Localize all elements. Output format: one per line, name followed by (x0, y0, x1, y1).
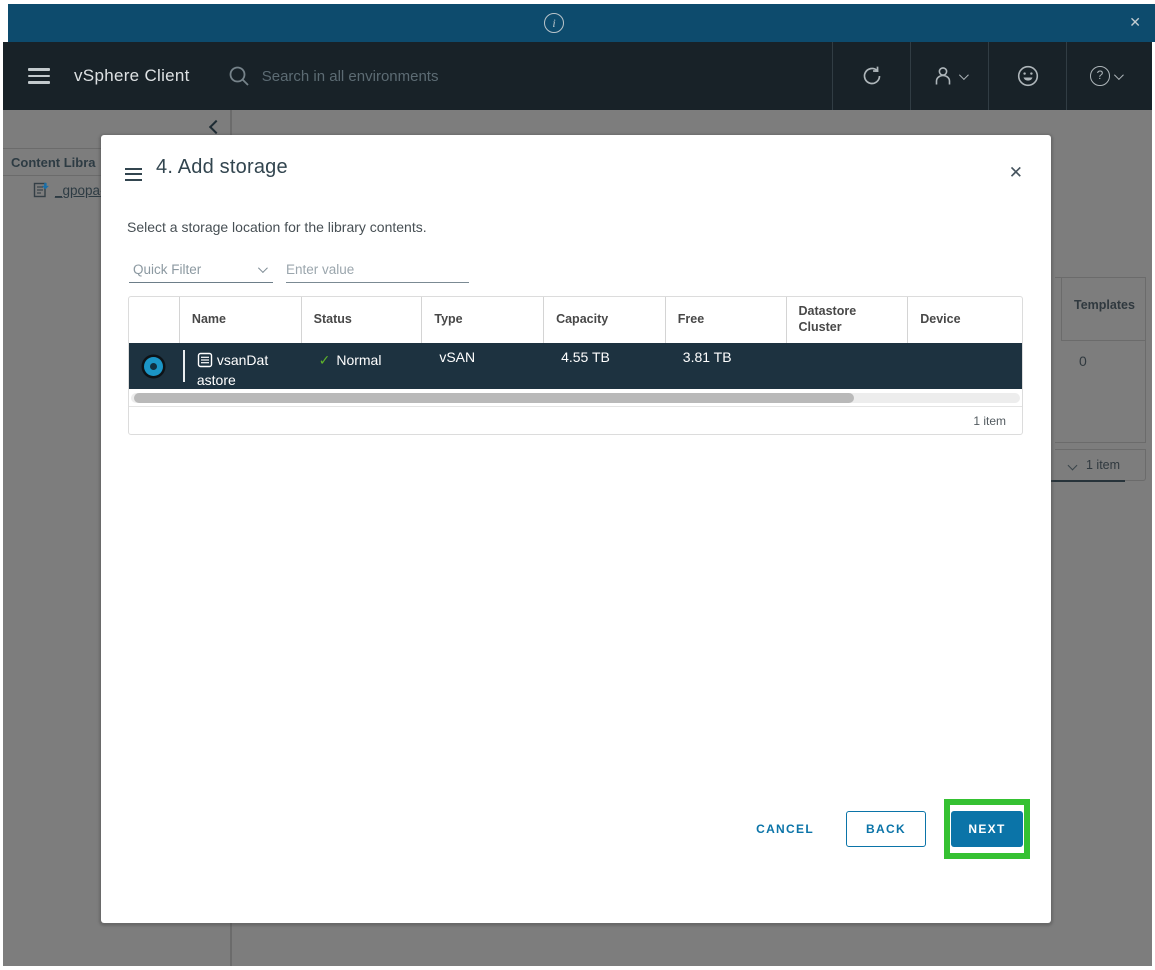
main-menu-icon[interactable] (28, 64, 50, 88)
add-storage-dialog: 4. Add storage ✕ Select a storage locati… (101, 135, 1051, 923)
cell-datastore-cluster (786, 343, 908, 389)
dialog-actions: CANCEL BACK NEXT (756, 799, 1030, 859)
cell-name: vsanDatastore (179, 343, 301, 389)
user-icon (933, 65, 955, 87)
column-header-capacity: Capacity (543, 297, 665, 343)
filter-value-input[interactable] (286, 257, 469, 283)
templates-cell-value: 0 (1055, 341, 1145, 369)
wizard-steps-menu-icon[interactable] (125, 164, 142, 184)
quick-filter-dropdown[interactable]: Quick Filter (129, 257, 273, 283)
global-search-input[interactable]: Search in all environments (228, 65, 658, 87)
cancel-button[interactable]: CANCEL (756, 822, 814, 836)
templates-column-header: Templates (1061, 278, 1145, 341)
status-text: Normal (336, 352, 381, 368)
cell-type: vSAN (421, 343, 543, 389)
cell-device (907, 343, 1022, 389)
search-icon (228, 65, 250, 87)
dialog-close-icon[interactable]: ✕ (1009, 163, 1023, 183)
background-footer-underline (1051, 480, 1125, 482)
refresh-icon (860, 64, 884, 88)
item-count: 1 item (973, 414, 1006, 428)
radio-column-header (129, 297, 179, 343)
background-datagrid: Templates 0 (1055, 277, 1146, 443)
column-header-status: Status (301, 297, 422, 343)
background-item-count: 1 item (1086, 458, 1120, 472)
status-ok-icon: ✓ (319, 352, 331, 368)
collapse-sidebar-icon (209, 120, 223, 134)
feedback-button[interactable] (988, 42, 1066, 110)
notification-banner: i ✕ (8, 4, 1155, 42)
info-icon[interactable]: i (544, 13, 564, 33)
column-header-name: Name (179, 297, 301, 343)
cell-status: ✓ Normal (301, 343, 422, 389)
row-radio-cell (129, 343, 179, 389)
smiley-icon (1016, 64, 1040, 88)
back-button[interactable]: BACK (846, 811, 926, 847)
column-header-type: Type (421, 297, 543, 343)
user-menu-button[interactable] (910, 42, 988, 110)
sidebar-item-label: _gpopa- (55, 183, 105, 198)
help-menu-button[interactable]: ? (1066, 42, 1144, 110)
next-button[interactable]: NEXT (951, 811, 1023, 847)
scrollbar-track[interactable] (131, 393, 1020, 403)
column-header-datastore-cluster: Datastore Cluster (786, 297, 908, 343)
header-actions: ? (832, 42, 1144, 110)
app-title: vSphere Client (74, 66, 190, 86)
search-placeholder: Search in all environments (262, 68, 439, 85)
row-selection-divider (183, 350, 185, 382)
row-radio-selected[interactable] (144, 357, 163, 376)
help-icon: ? (1090, 66, 1110, 86)
datastore-icon (197, 352, 213, 368)
table-row[interactable]: vsanDatastore ✓ Normal vSAN 4.55 TB 3.81 … (129, 343, 1022, 389)
next-button-highlight: NEXT (944, 799, 1030, 859)
dialog-title: 4. Add storage (156, 156, 288, 179)
quick-filter-label: Quick Filter (129, 262, 201, 277)
chevron-down-icon (258, 263, 268, 273)
cell-capacity: 4.55 TB (543, 343, 665, 389)
column-header-free: Free (665, 297, 786, 343)
chevron-down-icon (959, 70, 969, 80)
app-header: vSphere Client Search in all environment… (3, 42, 1152, 110)
table-footer: 1 item (129, 406, 1022, 434)
column-header-device: Device (907, 297, 1022, 343)
dialog-description: Select a storage location for the librar… (127, 219, 427, 235)
background-grid-footer: 1 item (1055, 449, 1146, 481)
chevron-down-icon (1114, 70, 1124, 80)
banner-close-icon[interactable]: ✕ (1129, 14, 1141, 31)
table-header-row: Name Status Type Capacity Free Datastore… (129, 297, 1022, 343)
horizontal-scrollbar (129, 389, 1022, 406)
scrollbar-thumb[interactable] (134, 393, 854, 403)
library-item-icon (33, 182, 49, 198)
refresh-button[interactable] (832, 42, 910, 110)
chevron-down-icon (1068, 460, 1078, 470)
cell-free: 3.81 TB (665, 343, 786, 389)
storage-table: Name Status Type Capacity Free Datastore… (128, 296, 1023, 435)
vsphere-client-window: i ✕ vSphere Client Search in all environ… (0, 0, 1155, 970)
